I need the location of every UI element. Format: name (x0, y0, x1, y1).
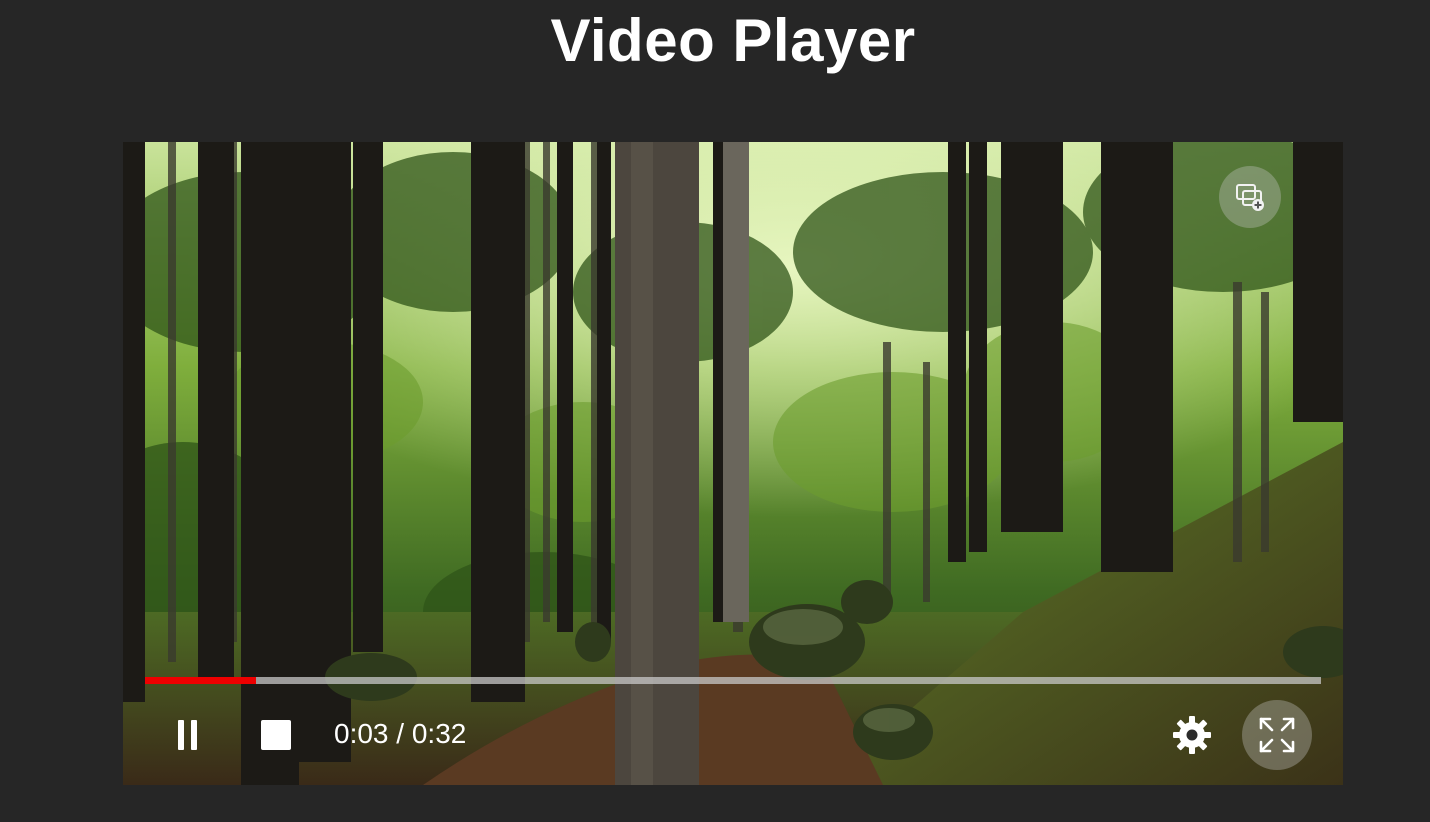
time-display: 0:03 / 0:32 (334, 716, 466, 752)
fullscreen-icon (1259, 717, 1295, 753)
progress-fill (145, 677, 256, 684)
pause-button[interactable] (167, 710, 209, 760)
current-time: 0:03 (334, 718, 389, 749)
picture-in-picture-button[interactable] (1219, 166, 1281, 228)
fullscreen-button[interactable] (1242, 700, 1312, 770)
time-separator: / (388, 718, 412, 749)
duration: 0:32 (411, 718, 467, 749)
pause-icon (178, 720, 197, 750)
picture-in-picture-icon (1236, 184, 1264, 211)
stop-button[interactable] (255, 710, 297, 760)
settings-button[interactable] (1167, 710, 1217, 760)
gear-icon (1173, 716, 1211, 754)
video-frame[interactable] (123, 142, 1343, 785)
page-title: Video Player (550, 7, 916, 74)
stop-icon (261, 720, 291, 750)
progress-bar[interactable] (145, 677, 1321, 684)
video-player[interactable]: 0:03 / 0:32 (123, 142, 1343, 785)
